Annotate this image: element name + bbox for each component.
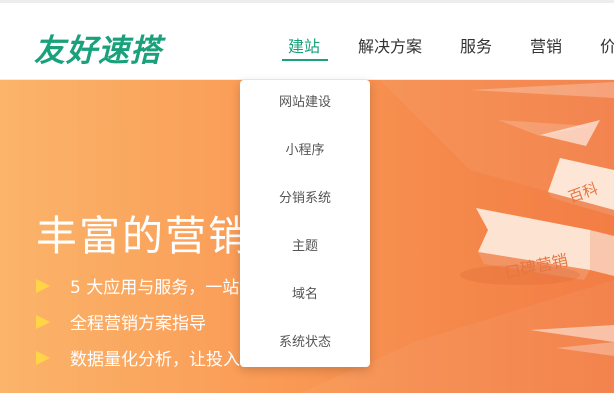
brand-logo[interactable]: 友好速搭 xyxy=(34,25,162,70)
bullet-arrow-icon xyxy=(36,279,50,293)
menu-item-system-status[interactable]: 系统状态 xyxy=(240,331,370,355)
nav-item-services[interactable]: 服务 xyxy=(460,33,492,57)
menu-item-website[interactable]: 网站建设 xyxy=(240,91,370,115)
jianzhan-dropdown-menu: 网站建设 小程序 分销系统 主题 域名 系统状态 xyxy=(240,80,370,367)
hero-title: 丰富的营销 xyxy=(36,212,251,260)
nav-active-underline xyxy=(282,59,328,61)
menu-item-themes[interactable]: 主题 xyxy=(240,235,370,259)
menu-item-distribution[interactable]: 分销系统 xyxy=(240,187,370,211)
top-navbar: 友好速搭 建站 解决方案 服务 营销 价 xyxy=(0,3,614,80)
menu-item-domains[interactable]: 域名 xyxy=(240,283,370,307)
menu-item-miniprogram[interactable]: 小程序 xyxy=(240,139,370,163)
bullet-arrow-icon xyxy=(36,315,50,329)
hero-bullet-text: 5 大应用与服务，一站 xyxy=(70,278,240,298)
hero-bullet-text: 全程营销方案指导 xyxy=(70,314,206,334)
nav-item-jianzhan[interactable]: 建站 xyxy=(288,33,320,57)
nav-item-pricing[interactable]: 价 xyxy=(600,33,614,57)
nav-item-marketing[interactable]: 营销 xyxy=(530,33,562,57)
nav-item-solutions[interactable]: 解决方案 xyxy=(358,33,422,57)
hero-bullet-text: 数据量化分析，让投入 xyxy=(70,350,240,370)
bullet-arrow-icon xyxy=(36,351,50,365)
